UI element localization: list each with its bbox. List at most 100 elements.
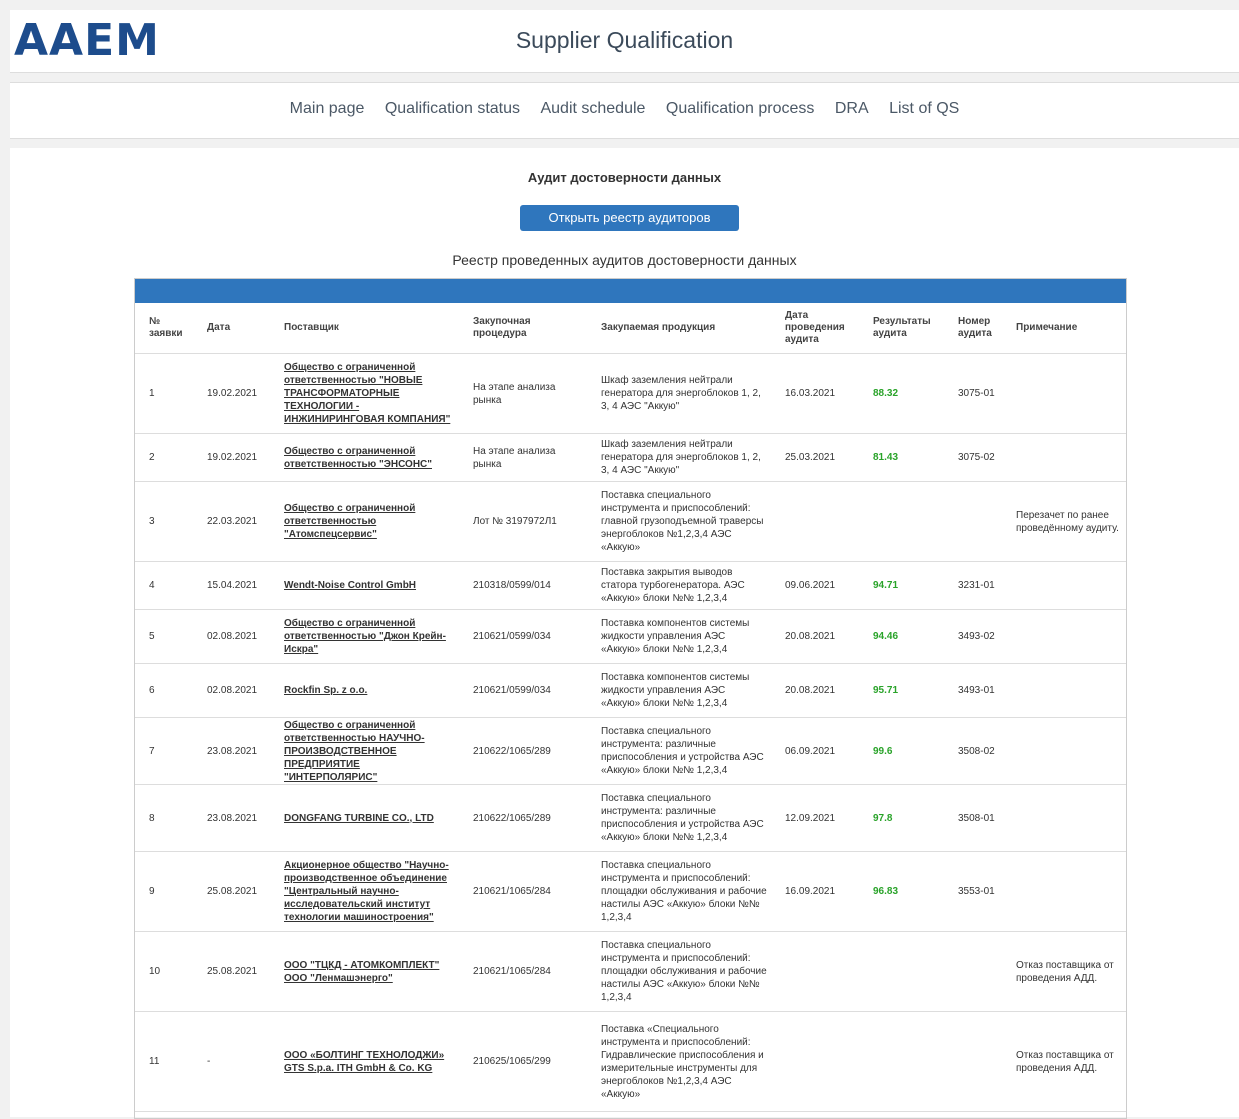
cell-product: Поставка специального инструмента: разли… xyxy=(587,784,771,852)
cell-audit-date: 20.08.2021 xyxy=(771,663,859,718)
cell-note xyxy=(1002,851,1126,932)
cell-audit-number: 3493-01 xyxy=(944,663,1002,718)
main-nav: Main page Qualification status Audit sch… xyxy=(10,82,1239,139)
cell-request-no: 3 xyxy=(135,481,193,562)
cell-audit-number: 3231-01 xyxy=(944,561,1002,610)
cell-date: 15.04.2021 xyxy=(193,561,270,610)
table-row: 5 02.08.2021 Общество с ограниченной ответ… xyxy=(135,609,1126,664)
nav-audit-schedule[interactable]: Audit schedule xyxy=(540,100,645,118)
cell-product: Поставка специального инструмента и прис… xyxy=(587,481,771,562)
table-row: 8 23.08.2021 DONGFANG TURBINE CO., LTD 2106… xyxy=(135,784,1126,852)
cell-note xyxy=(1002,663,1126,718)
cell-audit-date xyxy=(771,1011,859,1112)
table-row: 9 25.08.2021 Акционерное общество "Научно-… xyxy=(135,851,1126,932)
cell-product: Поставка специального инструмента и прис… xyxy=(587,851,771,932)
cell-supplier-link[interactable]: ООО "ТЦКД - АТОМКОМПЛЕКТ" ООО "Ленмашэне… xyxy=(270,931,459,1012)
main-content: Аудит достоверности данных Открыть реест… xyxy=(10,148,1239,1119)
cell-supplier-link[interactable]: Общество с ограниченной ответственностью… xyxy=(270,481,459,562)
cell-date: 19.02.2021 xyxy=(193,433,270,482)
cell-product: Поставка специального инструмента и прис… xyxy=(587,931,771,1012)
col-header-request-no: № заявки xyxy=(135,303,193,354)
cell-audit-date: 12.09.2021 xyxy=(771,784,859,852)
nav-main-page[interactable]: Main page xyxy=(290,100,365,118)
cell-date: 23.08.2021 xyxy=(193,717,270,785)
col-header-product: Закупаемая продукция xyxy=(587,303,771,354)
table-title: Реестр проведенных аудитов достоверности… xyxy=(452,252,797,268)
table-row: 10 25.08.2021 ООО "ТЦКД - АТОМКОМПЛЕКТ" ОО… xyxy=(135,931,1126,1012)
table-row: 7 23.08.2021 Общество с ограниченной ответ… xyxy=(135,717,1126,785)
table-row: 11- ООО «БОЛТИНГ ТЕХНОЛОДЖИ» GTS S.p.a. I… xyxy=(135,1011,1126,1112)
cell-note xyxy=(1002,561,1126,610)
open-auditor-registry-button[interactable]: Открыть реестр аудиторов xyxy=(520,205,739,231)
section-title: Аудит достоверности данных xyxy=(527,170,722,185)
audit-registry-table: № заявки Дата Поставщик Закупочная проце… xyxy=(135,303,1126,1112)
cell-supplier-link[interactable]: ООО «БОЛТИНГ ТЕХНОЛОДЖИ» GTS S.p.a. ITH … xyxy=(270,1011,459,1112)
table-row: 4 15.04.2021 Wendt-Noise Control GmbH 21031… xyxy=(135,561,1126,610)
cell-procedure: 210318/0599/014 xyxy=(459,561,587,610)
cell-result: 97.8 xyxy=(859,784,944,852)
cell-note xyxy=(1002,433,1126,482)
cell-supplier-link[interactable]: Wendt-Noise Control GmbH xyxy=(270,561,459,610)
cell-procedure: 210621/1065/284 xyxy=(459,851,587,932)
cell-supplier-link[interactable]: Общество с ограниченной ответственностью… xyxy=(270,353,459,434)
cell-result xyxy=(859,481,944,562)
cell-supplier-link[interactable]: Общество с ограниченной ответственностью… xyxy=(270,717,459,785)
cell-request-no: 5 xyxy=(135,609,193,664)
cell-audit-number: 3075-02 xyxy=(944,433,1002,482)
cell-request-no: 1 xyxy=(135,353,193,434)
cell-result: 95.71 xyxy=(859,663,944,718)
cell-note xyxy=(1002,717,1126,785)
nav-dra[interactable]: DRA xyxy=(835,100,869,118)
site-title: Supplier Qualification xyxy=(515,27,734,53)
cell-product: Поставка закрытия выводов статора турбог… xyxy=(587,561,771,610)
cell-note: Отказ поставщика от проведения АДД. xyxy=(1002,1011,1126,1112)
cell-audit-number: 3075-01 xyxy=(944,353,1002,434)
cell-procedure: 210621/0599/034 xyxy=(459,609,587,664)
cell-note: Отказ поставщика от проведения АДД. xyxy=(1002,931,1126,1012)
cell-procedure: 210621/0599/034 xyxy=(459,663,587,718)
cell-audit-date: 09.06.2021 xyxy=(771,561,859,610)
cell-supplier-link[interactable]: DONGFANG TURBINE CO., LTD xyxy=(270,784,459,852)
cell-date: 22.03.2021 xyxy=(193,481,270,562)
cell-supplier-link[interactable]: Rockfin Sp. z o.o. xyxy=(270,663,459,718)
nav-qualification-status[interactable]: Qualification status xyxy=(385,100,520,118)
cell-result xyxy=(859,1011,944,1112)
col-header-audit-number: Номер аудита xyxy=(944,303,1002,354)
col-header-procedure: Закупочная процедура xyxy=(459,303,587,354)
cell-audit-number: 3553-01 xyxy=(944,851,1002,932)
cell-request-no: 7 xyxy=(135,717,193,785)
cell-audit-number: 3508-02 xyxy=(944,717,1002,785)
cell-audit-number: 3493-02 xyxy=(944,609,1002,664)
cell-supplier-link[interactable]: Общество с ограниченной ответственностью… xyxy=(270,433,459,482)
cell-audit-date: 06.09.2021 xyxy=(771,717,859,785)
cell-audit-date: 20.08.2021 xyxy=(771,609,859,664)
table-row: 3 22.03.2021 Общество с ограниченной ответ… xyxy=(135,481,1126,562)
cell-request-no: 10 xyxy=(135,931,193,1012)
cell-audit-number: 3508-01 xyxy=(944,784,1002,852)
cell-supplier-link[interactable]: Акционерное общество "Научно-производств… xyxy=(270,851,459,932)
cell-supplier-link[interactable]: Общество с ограниченной ответственностью… xyxy=(270,609,459,664)
cell-note xyxy=(1002,353,1126,434)
col-header-date: Дата xyxy=(193,303,270,354)
cell-procedure: Лот № 3197972Л1 xyxy=(459,481,587,562)
cell-date: 19.02.2021 xyxy=(193,353,270,434)
cell-result: 96.83 xyxy=(859,851,944,932)
table-row: 6 02.08.2021 Rockfin Sp. z o.o. 210621/0599… xyxy=(135,663,1126,718)
nav-list-of-qs[interactable]: List of QS xyxy=(889,100,959,118)
cell-audit-number xyxy=(944,931,1002,1012)
cell-audit-date xyxy=(771,931,859,1012)
cell-request-no: 9 xyxy=(135,851,193,932)
cell-procedure: 210621/1065/284 xyxy=(459,931,587,1012)
cell-procedure: 210625/1065/299 xyxy=(459,1011,587,1112)
cell-date: - xyxy=(193,1011,270,1112)
cell-audit-date: 16.03.2021 xyxy=(771,353,859,434)
cell-product: Поставка компонентов системы жидкости уп… xyxy=(587,663,771,718)
nav-qualification-process[interactable]: Qualification process xyxy=(666,100,815,118)
cell-date: 25.08.2021 xyxy=(193,851,270,932)
col-header-audit-date: Дата проведения аудита xyxy=(771,303,859,354)
table-header-row: № заявки Дата Поставщик Закупочная проце… xyxy=(135,303,1126,354)
cell-request-no: 4 xyxy=(135,561,193,610)
cell-date: 02.08.2021 xyxy=(193,663,270,718)
cell-audit-date: 16.09.2021 xyxy=(771,851,859,932)
cell-request-no: 11 xyxy=(135,1011,193,1112)
